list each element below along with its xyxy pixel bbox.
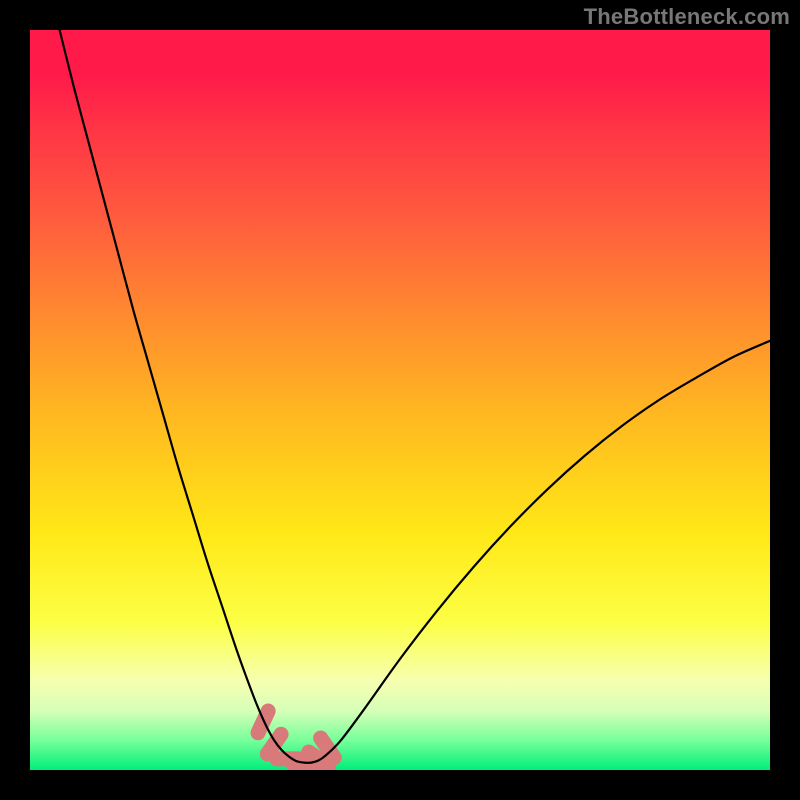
bottleneck-curve [60,30,770,763]
valley-marker [267,734,281,754]
plot-svg [30,30,770,770]
chart-frame: TheBottleneck.com [0,0,800,800]
plot-area [30,30,770,770]
watermark-text: TheBottleneck.com [584,4,790,30]
